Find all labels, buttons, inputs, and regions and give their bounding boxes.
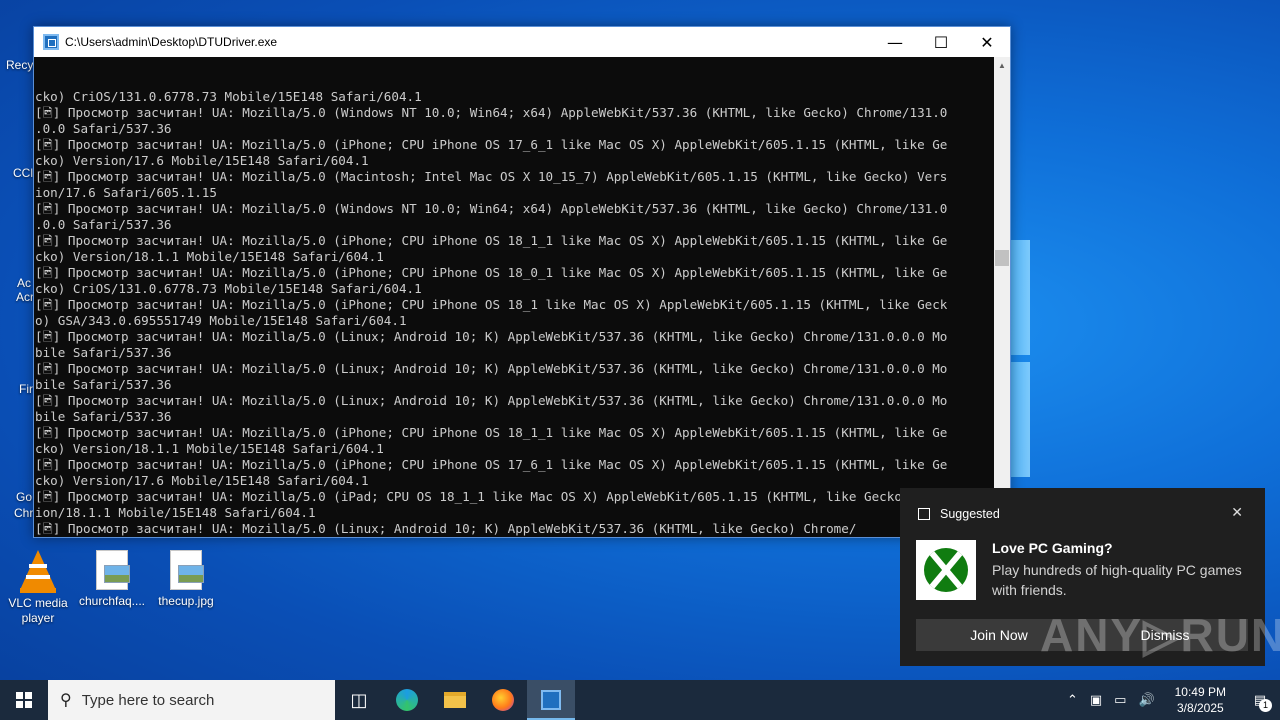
- console-line: [🖻] Просмотр засчитан! UA: Mozilla/5.0 (…: [35, 521, 857, 536]
- console-line: [🖻] Просмотр засчитан! UA: Mozilla/5.0 (…: [35, 169, 948, 184]
- console-line: .0.0 Safari/537.36: [35, 217, 172, 232]
- console-line: [🖻] Просмотр засчитан! UA: Mozilla/5.0 (…: [35, 489, 948, 504]
- search-icon: ⚲: [60, 692, 72, 709]
- desktop-icon-vlc[interactable]: VLC media player: [0, 548, 76, 626]
- console-titlebar[interactable]: C:\Users\admin\Desktop\DTUDriver.exe — ☐…: [34, 27, 1010, 57]
- clock-date: 3/8/2025: [1176, 701, 1224, 715]
- console-line: [🖻] Просмотр засчитан! UA: Mozilla/5.0 (…: [35, 137, 948, 152]
- console-line: bile Safari/537.36: [35, 345, 172, 360]
- console-line: ion/18.1.1 Mobile/15E148 Safari/604.1: [35, 505, 316, 520]
- taskbar-firefox[interactable]: [479, 680, 527, 720]
- desktop-icon-label: thecup.jpg: [158, 594, 214, 608]
- console-line: cko) CriOS/131.0.6778.73 Mobile/15E148 S…: [35, 281, 422, 296]
- folder-icon: [444, 692, 466, 708]
- task-view-button[interactable]: ◫: [335, 680, 383, 720]
- console-title: C:\Users\admin\Desktop\DTUDriver.exe: [65, 35, 278, 49]
- taskbar-edge[interactable]: [383, 680, 431, 720]
- image-file-icon: [96, 550, 130, 590]
- desktop-icon-thecup[interactable]: thecup.jpg: [148, 550, 224, 609]
- clock-time: 10:49 PM: [1174, 685, 1226, 699]
- vlc-icon: [20, 548, 56, 593]
- toast-text: Play hundreds of high-quality PC games w…: [992, 562, 1242, 598]
- console-line: [🖻] Просмотр засчитан! UA: Mozilla/5.0 (…: [35, 393, 948, 408]
- search-placeholder: Type here to search: [81, 691, 215, 709]
- console-line: cko) Version/18.1.1 Mobile/15E148 Safari…: [35, 441, 384, 456]
- desktop-icon-ccleaner-label[interactable]: CCl: [13, 166, 33, 180]
- console-line: .0.0 Safari/537.36: [35, 121, 172, 136]
- network-adapter-icon[interactable]: ▣: [1084, 692, 1108, 708]
- console-line: [🖻] Просмотр засчитан! UA: Mozilla/5.0 (…: [35, 233, 948, 248]
- console-output[interactable]: cko) CriOS/131.0.6778.73 Mobile/15E148 S…: [34, 57, 994, 537]
- network-icon[interactable]: ▭: [1108, 692, 1132, 708]
- chevron-up-icon[interactable]: ⌃: [1061, 692, 1084, 708]
- taskbar-search-box[interactable]: ⚲ Type here to search: [48, 680, 335, 720]
- minimize-button[interactable]: —: [872, 27, 918, 57]
- console-line: cko) Version/17.6 Mobile/15E148 Safari/6…: [35, 153, 369, 168]
- desktop-icon-chrome-label-2[interactable]: Chr: [14, 506, 33, 520]
- console-line: bile Safari/537.36: [35, 409, 172, 424]
- anyrun-watermark: ANY▷RUN: [1040, 609, 1280, 661]
- scroll-up-arrow-icon[interactable]: ▲: [994, 57, 1010, 73]
- desktop-icon-chrome-label[interactable]: Go: [16, 490, 32, 504]
- taskbar: ⚲ Type here to search ◫ ⌃ ▣ ▭ 🔊 10:49 PM…: [0, 680, 1280, 720]
- clock[interactable]: 10:49 PM 3/8/2025: [1161, 684, 1240, 716]
- toast-title: Love PC Gaming?: [992, 540, 1113, 556]
- desktop-icon-churchfaq[interactable]: churchfaq....: [74, 550, 150, 609]
- console-line: [🖻] Просмотр засчитан! UA: Mozilla/5.0 (…: [35, 297, 948, 312]
- console-app-icon: [541, 690, 561, 710]
- console-line: [🖻] Просмотр засчитан! UA: Mozilla/5.0 (…: [35, 105, 948, 120]
- desktop-icon-firefox-label[interactable]: Fir: [19, 382, 33, 396]
- maximize-button[interactable]: ☐: [918, 27, 964, 57]
- desktop-icon-acrobat-label[interactable]: Ac: [17, 276, 31, 290]
- desktop-icon-label: churchfaq....: [78, 594, 146, 608]
- console-line: [🖻] Просмотр засчитан! UA: Mozilla/5.0 (…: [35, 425, 948, 440]
- console-line: cko) Version/18.1.1 Mobile/15E148 Safari…: [35, 249, 384, 264]
- console-line: cko) Version/17.6 Mobile/15E148 Safari/6…: [35, 473, 369, 488]
- console-line: [🖻] Просмотр засчитан! UA: Mozilla/5.0 (…: [35, 457, 948, 472]
- console-scrollbar[interactable]: ▲: [994, 57, 1010, 537]
- console-line: cko) CriOS/131.0.6778.73 Mobile/15E148 S…: [35, 89, 422, 104]
- windows-start-icon: [16, 692, 32, 708]
- suggested-icon: [918, 508, 930, 520]
- start-button[interactable]: [0, 680, 48, 720]
- taskbar-dtudriver[interactable]: [527, 680, 575, 720]
- console-line: [🖻] Просмотр засчитан! UA: Mozilla/5.0 (…: [35, 265, 948, 280]
- desktop-icon-label: VLC media: [8, 596, 68, 610]
- firefox-icon: [492, 689, 514, 711]
- desktop-icon-label: player: [21, 611, 55, 625]
- close-button[interactable]: ✕: [964, 27, 1010, 57]
- desktop-icon-acrobat-label-2[interactable]: Acr: [16, 290, 34, 304]
- console-line: [🖻] Просмотр засчитан! UA: Mozilla/5.0 (…: [35, 361, 948, 376]
- taskbar-file-explorer[interactable]: [431, 680, 479, 720]
- scroll-thumb[interactable]: [995, 250, 1009, 266]
- edge-icon: [396, 689, 418, 711]
- toast-header: Suggested: [940, 507, 1000, 521]
- console-app-icon[interactable]: [43, 34, 59, 50]
- task-view-icon: ◫: [350, 689, 368, 710]
- console-line: [🖻] Просмотр засчитан! UA: Mozilla/5.0 (…: [35, 329, 948, 344]
- console-line: ion/17.6 Safari/605.1.15: [35, 185, 217, 200]
- console-line: bile Safari/537.36: [35, 377, 172, 392]
- notification-count-badge: 1: [1259, 699, 1272, 712]
- system-tray: ⌃ ▣ ▭ 🔊 10:49 PM 3/8/2025 ▤ 1: [1061, 680, 1280, 720]
- toast-close-icon[interactable]: ✕: [1231, 504, 1243, 521]
- console-line: [🖻] Просмотр засчитан! UA: Mozilla/5.0 (…: [35, 201, 948, 216]
- volume-icon[interactable]: 🔊: [1132, 692, 1160, 708]
- xbox-icon: [916, 540, 976, 600]
- action-center-button[interactable]: ▤ 1: [1240, 680, 1280, 720]
- console-line: o) GSA/343.0.695551749 Mobile/15E148 Saf…: [35, 313, 407, 328]
- console-window[interactable]: C:\Users\admin\Desktop\DTUDriver.exe — ☐…: [33, 26, 1011, 538]
- image-file-icon: [170, 550, 204, 590]
